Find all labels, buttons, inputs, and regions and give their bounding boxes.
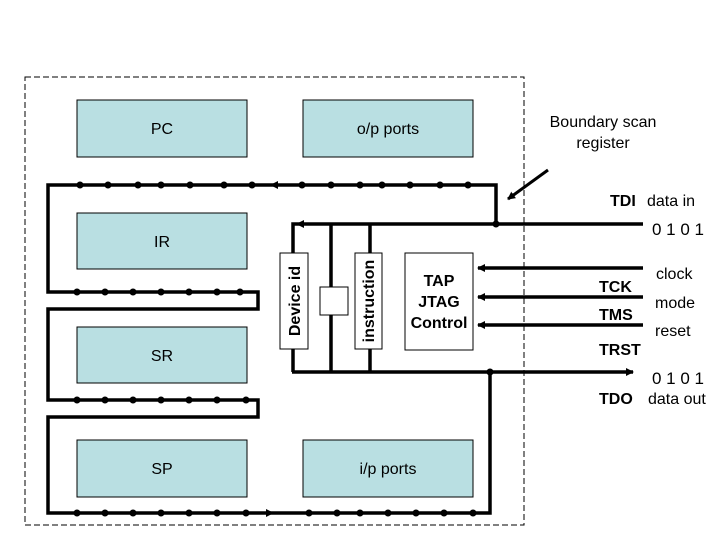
scan-cell-dot — [213, 509, 221, 517]
tdo-label: TDO — [599, 391, 633, 408]
scan-cell-dot — [378, 181, 386, 189]
scan-cell-dot — [73, 509, 81, 517]
tdi-desc: data in — [647, 193, 695, 210]
instruction-label: instruction — [361, 260, 378, 343]
scan-cell-dot — [242, 509, 250, 517]
scan-cell-dot — [185, 509, 193, 517]
bypass-register — [319, 286, 349, 316]
scan-cell-dot — [134, 181, 142, 189]
tdi-line — [291, 222, 643, 253]
tdi-bits: 0 1 0 1 — [652, 220, 704, 239]
scan-cell-dot — [213, 288, 221, 296]
scan-cell-dot — [157, 181, 165, 189]
jtag-label: JTAG — [418, 294, 459, 311]
scan-cell-dot — [76, 181, 84, 189]
tck-label: TCK — [599, 279, 632, 296]
tms-label: TMS — [599, 307, 633, 324]
scan-cell-dot — [185, 396, 193, 404]
scan-cell-dot — [129, 396, 137, 404]
scan-cell-dot — [333, 509, 341, 517]
ip-ports-label: i/p ports — [360, 461, 417, 478]
scan-cell-dot — [220, 181, 228, 189]
trst-desc: reset — [655, 323, 691, 340]
pc-label: PC — [151, 121, 173, 138]
scan-cell-dot — [157, 396, 165, 404]
scan-cell-dot — [213, 396, 221, 404]
scan-cell-dot — [248, 181, 256, 189]
control-label: Control — [411, 315, 468, 332]
boundary-scan-pointer — [507, 168, 549, 201]
sr-label: SR — [151, 348, 173, 365]
diagram-canvas: PC o/p ports IR SR SP i/p ports Device i… — [24, 76, 706, 526]
scan-cell-dot — [157, 288, 165, 296]
jtag-diagram: PC o/p ports IR SR SP i/p ports Device i… — [0, 0, 720, 540]
scan-cell-dot — [101, 288, 109, 296]
boundary-scan-label-2: register — [576, 135, 630, 152]
tdo-bits: 0 1 0 1 — [652, 369, 704, 388]
scan-cell-dot — [129, 288, 137, 296]
scan-cell-dot — [104, 181, 112, 189]
scan-cell-dot — [356, 181, 364, 189]
scan-cell-dot — [492, 220, 500, 228]
op-ports-label: o/p ports — [357, 121, 419, 138]
scan-cell-dot — [186, 181, 194, 189]
scan-cell-dot — [384, 509, 392, 517]
scan-cell-dot — [486, 368, 494, 376]
sp-label: SP — [151, 461, 172, 478]
scan-cell-dot — [242, 396, 250, 404]
scan-cell-dot — [469, 509, 477, 517]
scan-cell-dot — [356, 509, 364, 517]
scan-cell-dot — [101, 509, 109, 517]
tdo-desc: data out — [648, 391, 706, 408]
boundary-scan-label: Boundary scan — [550, 114, 657, 131]
tms-desc: mode — [655, 295, 695, 312]
scan-cell-dot — [436, 181, 444, 189]
scan-cell-dot — [440, 509, 448, 517]
tdi-label: TDI — [610, 193, 636, 210]
scan-cell-dot — [464, 181, 472, 189]
device-id-label: Device id — [287, 266, 304, 336]
scan-cell-dot — [327, 181, 335, 189]
scan-cell-dot — [101, 396, 109, 404]
trst-label: TRST — [599, 342, 641, 359]
scan-cell-dot — [406, 181, 414, 189]
scan-cell-dot — [305, 509, 313, 517]
ir-label: IR — [154, 234, 170, 251]
scan-cell-dot — [73, 396, 81, 404]
tap-label: TAP — [424, 273, 455, 290]
scan-cell-dot — [129, 509, 137, 517]
tck-desc: clock — [656, 266, 693, 283]
scan-cell-dot — [157, 509, 165, 517]
scan-cell-dot — [412, 509, 420, 517]
scan-cell-dot — [185, 288, 193, 296]
scan-cell-dot — [298, 181, 306, 189]
scan-cell-dot — [73, 288, 81, 296]
scan-cell-dot — [236, 288, 244, 296]
